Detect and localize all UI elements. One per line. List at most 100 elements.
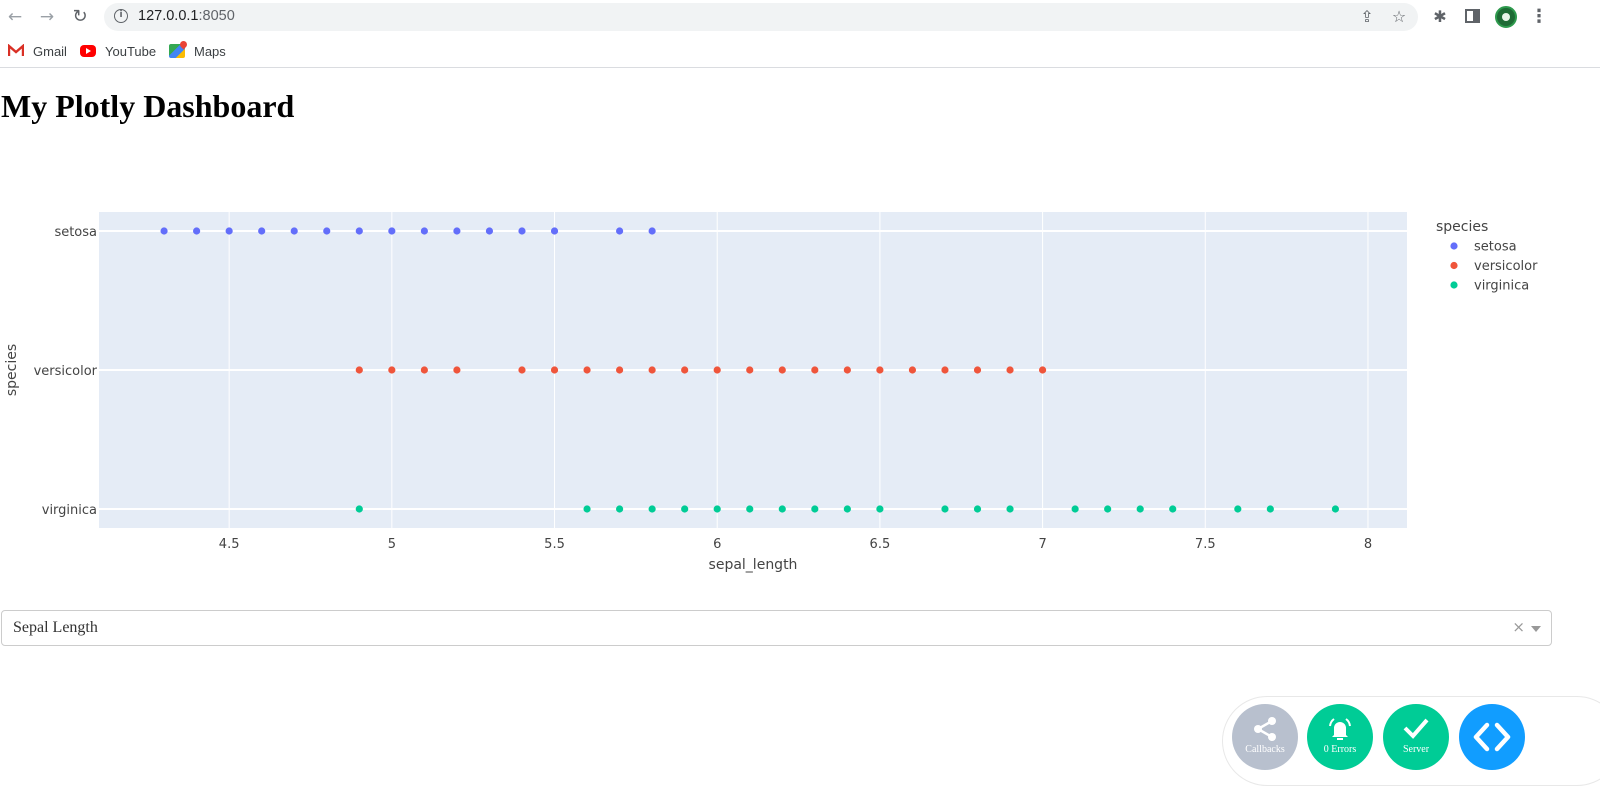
data-point[interactable] [388,366,396,374]
data-point[interactable] [583,366,591,374]
scatter-chart[interactable]: 4.5 5 5.5 6 6.5 7 7.5 8 setosa versicolor virgini… [0,190,1600,590]
legend: species setosa versicolor virginica [1436,219,1538,294]
data-point[interactable] [355,227,363,235]
legend-title: species [1436,219,1488,235]
bookmark-maps[interactable]: Maps [169,42,226,60]
data-point[interactable] [225,227,233,235]
data-point[interactable] [811,505,819,513]
data-point[interactable] [843,505,851,513]
data-point[interactable] [713,366,721,374]
data-point[interactable] [1006,505,1014,513]
data-point[interactable] [876,505,884,513]
x-tick-label: 8 [1364,537,1372,552]
data-point[interactable] [1038,366,1047,374]
browser-toolbar: ← → ↻ i 127.0.0.1:8050 ⇪ ☆ ✱ ⋮ [0,0,1600,34]
data-point[interactable] [518,366,526,374]
data-point[interactable] [843,366,851,374]
data-point[interactable] [485,227,494,235]
data-point[interactable] [193,227,201,235]
forward-arrow-icon[interactable]: → [36,6,58,28]
site-info-icon[interactable]: i [114,9,128,23]
data-point[interactable] [973,505,982,513]
y-tick-label: setosa [54,225,97,240]
x-tick-label: 4.5 [219,537,240,552]
data-point[interactable] [388,227,396,235]
data-point[interactable] [550,366,559,374]
bookmark-gmail[interactable]: Gmail [7,42,67,60]
data-point[interactable] [1104,505,1112,513]
data-point[interactable] [876,366,884,374]
data-point[interactable] [258,227,266,235]
x-tick-label: 7.5 [1195,537,1216,552]
errors-button[interactable]: 0 Errors [1307,704,1373,770]
reload-icon[interactable]: ↻ [69,6,91,28]
x-tick-label: 6 [713,537,721,552]
x-tick-labels: 4.5 5 5.5 6 6.5 7 7.5 8 [219,537,1372,552]
legend-item-virginica[interactable]: virginica [1450,279,1529,294]
legend-marker [1450,261,1458,270]
data-point[interactable] [648,227,656,235]
bookmark-label: YouTube [105,43,157,59]
side-panel-icon[interactable] [1465,9,1480,23]
data-point[interactable] [420,366,428,374]
feature-dropdown[interactable]: Sepal Length × [1,610,1552,646]
data-point[interactable] [941,505,949,513]
legend-label: setosa [1474,240,1517,255]
data-point[interactable] [290,227,298,235]
extensions-puzzle-icon[interactable]: ✱ [1429,6,1451,28]
data-point[interactable] [355,366,363,374]
data-point[interactable] [1006,366,1014,374]
data-point[interactable] [550,227,559,235]
debug-toggle-button[interactable] [1459,704,1525,770]
data-point[interactable] [453,366,461,374]
data-point[interactable] [160,227,168,235]
data-point[interactable] [583,505,591,513]
url-host: 127.0.0.1 [138,8,199,24]
x-tick-label: 5 [388,537,396,552]
url-text[interactable]: 127.0.0.1:8050 [138,8,235,24]
data-point[interactable] [973,366,982,374]
data-point[interactable] [1331,505,1340,513]
data-point[interactable] [615,505,624,513]
data-point[interactable] [355,505,363,513]
callbacks-label: Callbacks [1245,744,1285,755]
share-icon[interactable]: ⇪ [1358,8,1376,26]
bell-icon [1329,718,1351,740]
callbacks-button[interactable]: Callbacks [1232,704,1298,770]
data-point[interactable] [681,366,689,374]
data-point[interactable] [746,505,754,513]
data-point[interactable] [1234,505,1242,513]
data-point[interactable] [1136,505,1144,513]
data-point[interactable] [615,366,624,374]
bookmark-youtube[interactable]: YouTube [80,42,156,60]
data-point[interactable] [1169,505,1177,513]
data-point[interactable] [453,227,461,235]
legend-item-versicolor[interactable]: versicolor [1450,259,1538,274]
data-point[interactable] [648,366,656,374]
data-point[interactable] [681,505,689,513]
chevron-down-icon[interactable] [1531,626,1541,632]
bookmark-star-icon[interactable]: ☆ [1390,8,1408,26]
data-point[interactable] [908,366,917,374]
data-point[interactable] [518,227,526,235]
data-point[interactable] [778,505,786,513]
data-point[interactable] [713,505,721,513]
data-point[interactable] [778,366,786,374]
data-point[interactable] [323,227,331,235]
legend-marker [1450,242,1458,250]
profile-avatar[interactable] [1495,6,1517,28]
data-point[interactable] [648,505,656,513]
menu-kebab-icon[interactable]: ⋮ [1530,6,1548,28]
data-point[interactable] [615,227,624,235]
server-status-button[interactable]: Server [1383,704,1449,770]
data-point[interactable] [811,366,819,374]
data-point[interactable] [941,366,949,374]
back-arrow-icon[interactable]: ← [4,6,26,28]
address-bar[interactable]: i 127.0.0.1:8050 ⇪ ☆ [104,3,1418,31]
data-point[interactable] [1266,505,1274,513]
data-point[interactable] [420,227,428,235]
legend-item-setosa[interactable]: setosa [1450,240,1517,255]
data-point[interactable] [746,366,754,374]
clear-icon[interactable]: × [1512,618,1525,636]
data-point[interactable] [1071,505,1079,513]
